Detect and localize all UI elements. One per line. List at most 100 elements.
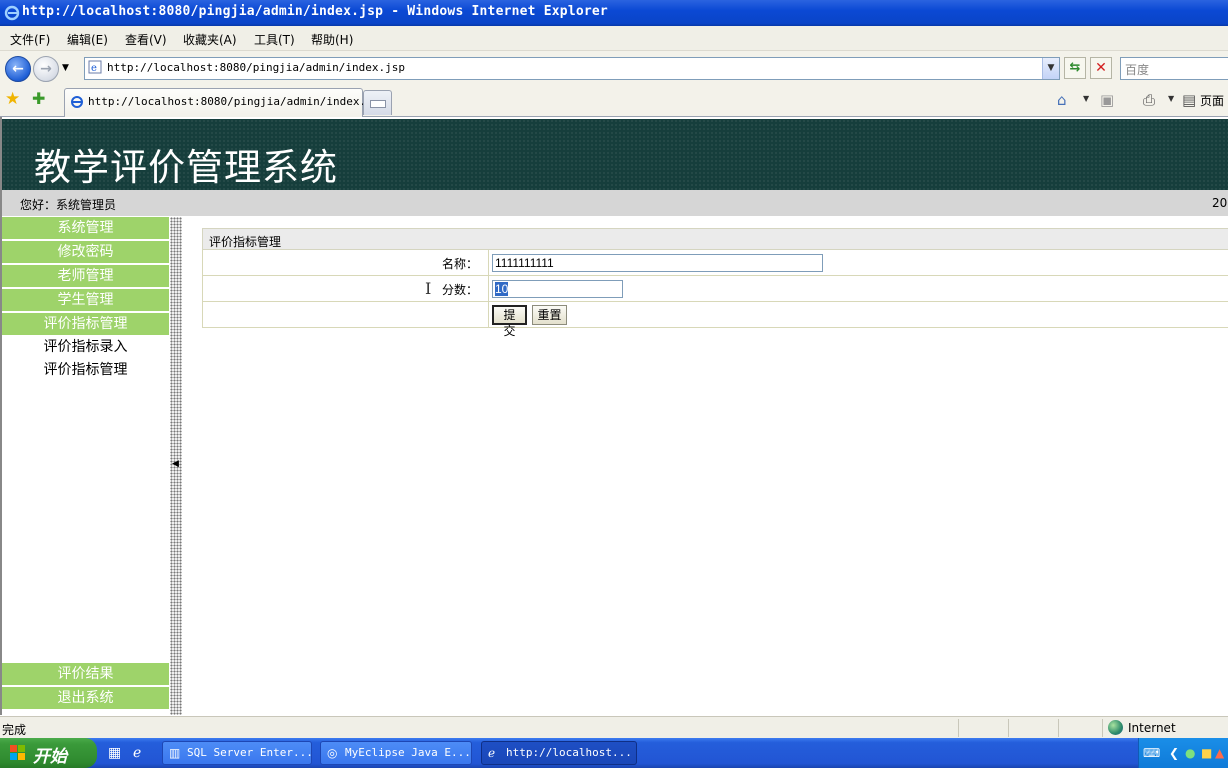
score-label-cell: 分数： bbox=[203, 276, 489, 302]
sidebar-splitter[interactable]: ◀ bbox=[170, 217, 182, 715]
app-title: 教学评价管理系统 bbox=[34, 146, 338, 189]
page-icon: e bbox=[88, 60, 102, 74]
status-divider bbox=[1102, 719, 1103, 737]
greeting-text: 您好：系统管理员 bbox=[20, 198, 117, 212]
status-text: 完成 bbox=[2, 723, 27, 737]
web-content: 教学评价管理系统 您好：系统管理员 20 系统管理 修改密码 老师管理 学生管理… bbox=[0, 117, 1228, 715]
menu-bar: 文件(F) 编辑(E) 查看(V) 收藏夹(A) 工具(T) 帮助(H) bbox=[0, 26, 1228, 51]
task-label: SQL Server Enter... bbox=[187, 746, 313, 759]
sidebar-item-teachers[interactable]: 老师管理 bbox=[2, 265, 169, 289]
tab-active[interactable]: http://localhost:8080/pingjia/admin/inde… bbox=[64, 88, 379, 117]
history-dropdown-icon[interactable]: ▼ bbox=[62, 63, 69, 73]
sidebar-item-results[interactable]: 评价结果 bbox=[2, 663, 169, 687]
tray-expand-icon[interactable]: ❮ bbox=[1169, 746, 1179, 760]
sidebar: 系统管理 修改密码 老师管理 学生管理 评价指标管理 评价指标录入 评价指标管理… bbox=[2, 217, 169, 715]
sidebar-item-change-password[interactable]: 修改密码 bbox=[2, 241, 169, 265]
form-title: 评价指标管理 bbox=[209, 235, 282, 249]
name-input[interactable]: 1111111111 bbox=[492, 254, 823, 272]
start-label: 开始 bbox=[33, 747, 67, 767]
start-button[interactable]: 开始 bbox=[0, 738, 97, 768]
sidebar-item-students[interactable]: 学生管理 bbox=[2, 289, 169, 313]
tray-app-icon[interactable]: ● bbox=[1185, 746, 1195, 760]
button-row: 提交 重置 bbox=[202, 302, 1228, 338]
myeclipse-icon: ◎ bbox=[327, 746, 338, 760]
page-menu-label[interactable]: 页面 bbox=[1200, 92, 1224, 109]
form-title-bar: 评价指标管理 bbox=[202, 228, 1228, 250]
back-arrow-icon: ← bbox=[12, 61, 24, 77]
new-tab-icon bbox=[370, 100, 386, 108]
search-input[interactable]: 百度 bbox=[1120, 57, 1228, 80]
score-input[interactable]: 10 bbox=[492, 280, 623, 298]
button-label-cell bbox=[203, 302, 489, 328]
back-button[interactable]: ← bbox=[5, 56, 31, 82]
date-text: 20 bbox=[1212, 196, 1228, 210]
sidebar-item-system[interactable]: 系统管理 bbox=[2, 217, 169, 241]
forward-button[interactable]: → bbox=[33, 56, 59, 82]
menu-favorites[interactable]: 收藏夹(A) bbox=[183, 31, 237, 48]
tray-app-icon[interactable]: ■ bbox=[1201, 746, 1212, 760]
sidebar-subitem-indicator-manage[interactable]: 评价指标管理 bbox=[2, 359, 169, 382]
sidebar-item-indicators[interactable]: 评价指标管理 bbox=[2, 313, 169, 337]
menu-view[interactable]: 查看(V) bbox=[125, 31, 167, 48]
status-divider bbox=[1008, 719, 1009, 737]
print-icon[interactable]: ⎙ bbox=[1143, 91, 1155, 109]
task-ie[interactable]: ℯ http://localhost... bbox=[481, 741, 637, 765]
text-cursor-icon: I bbox=[425, 279, 432, 298]
tray-app-icon[interactable]: ▲ bbox=[1215, 746, 1224, 760]
feeds-icon[interactable]: ▣ bbox=[1100, 91, 1114, 109]
home-icon[interactable]: ⌂ bbox=[1057, 91, 1067, 109]
address-dropdown-icon[interactable]: ▼ bbox=[1042, 58, 1059, 79]
name-label: 名称： bbox=[441, 257, 478, 271]
address-url[interactable]: http://localhost:8080/pingjia/admin/inde… bbox=[107, 61, 405, 74]
ie-logo-icon bbox=[4, 5, 20, 21]
name-label-cell: 名称： bbox=[203, 250, 489, 276]
page-menu-icon[interactable]: ▤ bbox=[1182, 91, 1196, 109]
refresh-icon[interactable]: ⇆ bbox=[1064, 57, 1086, 79]
add-favorite-icon[interactable]: ✚ bbox=[32, 89, 45, 108]
window-title-bar[interactable]: http://localhost:8080/pingjia/admin/inde… bbox=[0, 0, 1228, 26]
internet-zone-icon bbox=[1108, 720, 1123, 735]
sidebar-item-logout[interactable]: 退出系统 bbox=[2, 687, 169, 711]
address-bar[interactable]: e http://localhost:8080/pingjia/admin/in… bbox=[84, 57, 1060, 80]
ie-task-icon: ℯ bbox=[488, 746, 496, 760]
windows-logo-icon bbox=[10, 745, 25, 760]
zone-label: Internet bbox=[1128, 721, 1176, 735]
task-label: MyEclipse Java E... bbox=[345, 746, 471, 759]
score-row: 分数： 10 bbox=[202, 276, 1228, 302]
reset-button[interactable]: 重置 bbox=[532, 305, 567, 325]
keyboard-icon[interactable]: ⌨ bbox=[1143, 746, 1160, 760]
favorites-star-icon[interactable]: ★ bbox=[5, 89, 20, 109]
search-placeholder: 百度 bbox=[1125, 63, 1150, 77]
forward-arrow-icon: → bbox=[40, 61, 52, 77]
show-desktop-icon[interactable]: ▦ bbox=[108, 745, 124, 761]
taskbar: 开始 ▦ ℯ ▥ SQL Server Enter... ◎ MyEclipse… bbox=[0, 738, 1228, 768]
ie-quicklaunch-icon[interactable]: ℯ bbox=[133, 745, 149, 761]
score-value-selected: 10 bbox=[495, 282, 509, 296]
tab-page-icon bbox=[71, 96, 83, 108]
status-divider bbox=[958, 719, 959, 737]
task-label: http://localhost... bbox=[506, 746, 632, 759]
greeting-bar: 您好：系统管理员 20 bbox=[2, 190, 1228, 216]
task-myeclipse[interactable]: ◎ MyEclipse Java E... bbox=[320, 741, 472, 765]
system-tray: ⌨ ❮ ● ■ ▲ bbox=[1138, 738, 1228, 768]
status-bar: 完成 Internet bbox=[0, 716, 1228, 739]
collapse-arrow-icon[interactable]: ◀ bbox=[172, 459, 179, 469]
name-row: 名称： 1111111111 bbox=[202, 250, 1228, 276]
status-divider bbox=[1058, 719, 1059, 737]
task-sql-server[interactable]: ▥ SQL Server Enter... bbox=[162, 741, 313, 765]
stop-icon[interactable]: ✕ bbox=[1090, 57, 1112, 79]
print-dropdown-icon[interactable]: ▼ bbox=[1168, 94, 1174, 103]
menu-tools[interactable]: 工具(T) bbox=[254, 31, 295, 48]
menu-file[interactable]: 文件(F) bbox=[10, 31, 50, 48]
sql-server-icon: ▥ bbox=[169, 746, 181, 760]
window-title: http://localhost:8080/pingjia/admin/inde… bbox=[22, 4, 608, 19]
app-banner: 教学评价管理系统 bbox=[2, 119, 1228, 190]
home-dropdown-icon[interactable]: ▼ bbox=[1083, 94, 1089, 103]
score-label: 分数： bbox=[441, 283, 478, 297]
menu-help[interactable]: 帮助(H) bbox=[311, 31, 353, 48]
menu-edit[interactable]: 编辑(E) bbox=[67, 31, 108, 48]
new-tab-button[interactable] bbox=[363, 90, 392, 115]
submit-button[interactable]: 提交 bbox=[492, 305, 527, 338]
sidebar-subitem-indicator-entry[interactable]: 评价指标录入 bbox=[2, 336, 169, 359]
tab-label: http://localhost:8080/pingjia/admin/inde… bbox=[88, 95, 380, 108]
